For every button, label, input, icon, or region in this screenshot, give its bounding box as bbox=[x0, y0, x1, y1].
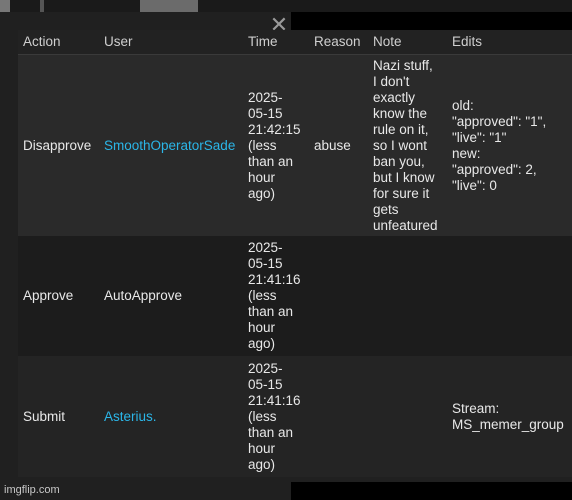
column-header-time: Time bbox=[243, 30, 309, 55]
time-cell: 2025- 05-15 21:41:16 (less than an hour … bbox=[243, 356, 309, 477]
action-cell: Submit bbox=[18, 356, 99, 477]
column-header-note: Note bbox=[368, 30, 447, 55]
time-cell: 2025- 05-15 21:41:16 (less than an hour … bbox=[243, 236, 309, 356]
column-header-reason: Reason bbox=[309, 30, 368, 55]
column-header-action: Action bbox=[18, 30, 99, 55]
reason-cell bbox=[309, 236, 368, 356]
watermark: imgflip.com bbox=[4, 484, 60, 496]
mod-log-table: Action User Time Reason Note Edits Disap… bbox=[18, 30, 572, 477]
edits-cell: Stream: MS_memer_group bbox=[447, 356, 572, 477]
time-cell: 2025- 05-15 21:42:15 (less than an hour … bbox=[243, 54, 309, 236]
table-row: Disapprove SmoothOperatorSade 2025- 05-1… bbox=[18, 54, 572, 236]
user-link[interactable]: SmoothOperatorSade bbox=[99, 54, 243, 236]
user-link[interactable]: Asterius. bbox=[99, 356, 243, 477]
table-header-row: Action User Time Reason Note Edits bbox=[18, 30, 572, 55]
user-cell: AutoApprove bbox=[99, 236, 243, 356]
background-dark-area-bottom bbox=[291, 482, 572, 500]
action-cell: Approve bbox=[18, 236, 99, 356]
action-cell: Disapprove bbox=[18, 54, 99, 236]
column-header-edits: Edits bbox=[447, 30, 572, 55]
table-row: Approve AutoApprove 2025- 05-15 21:41:16… bbox=[18, 236, 572, 356]
background-dark-area bbox=[291, 12, 572, 30]
reason-cell bbox=[309, 356, 368, 477]
column-header-user: User bbox=[99, 30, 243, 55]
edits-cell bbox=[447, 236, 572, 356]
note-cell bbox=[368, 236, 447, 356]
note-cell bbox=[368, 356, 447, 477]
reason-cell: abuse bbox=[309, 54, 368, 236]
edits-cell: old: "approved": "1", "live": "1" new: "… bbox=[447, 54, 572, 236]
background-strip bbox=[0, 0, 572, 12]
note-cell: Nazi stuff, I don't exactly know the rul… bbox=[368, 54, 447, 236]
table-row: Submit Asterius. 2025- 05-15 21:41:16 (l… bbox=[18, 356, 572, 477]
